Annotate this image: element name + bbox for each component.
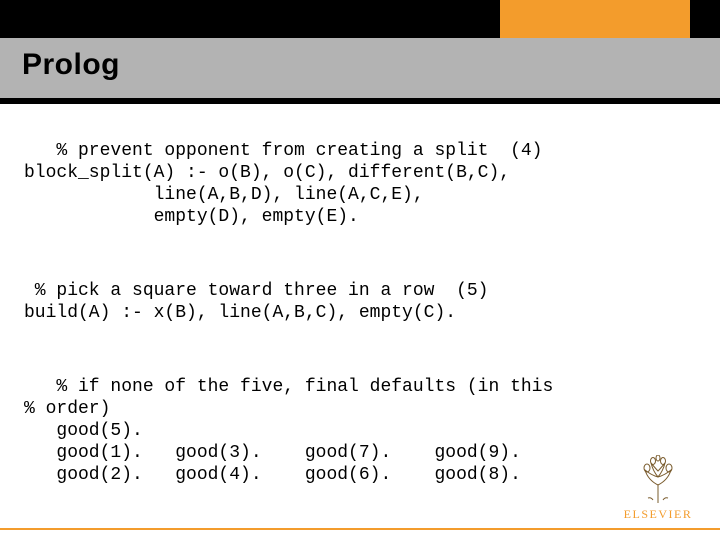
code-content: % prevent opponent from creating a split…	[24, 118, 696, 538]
publisher-name: ELSEVIER	[616, 507, 700, 522]
code-block-defaults: % if none of the five, final defaults (i…	[24, 376, 696, 486]
title-divider	[0, 98, 720, 104]
code-block-5: % pick a square toward three in a row (5…	[24, 280, 696, 324]
title-bar: Prolog	[0, 38, 720, 98]
footer-accent-line	[0, 528, 720, 530]
publisher-logo: ELSEVIER	[616, 455, 700, 522]
top-bar-orange-accent	[500, 0, 690, 38]
slide-title: Prolog	[22, 48, 120, 82]
elsevier-tree-icon	[633, 455, 683, 505]
code-block-4: % prevent opponent from creating a split…	[24, 140, 696, 228]
